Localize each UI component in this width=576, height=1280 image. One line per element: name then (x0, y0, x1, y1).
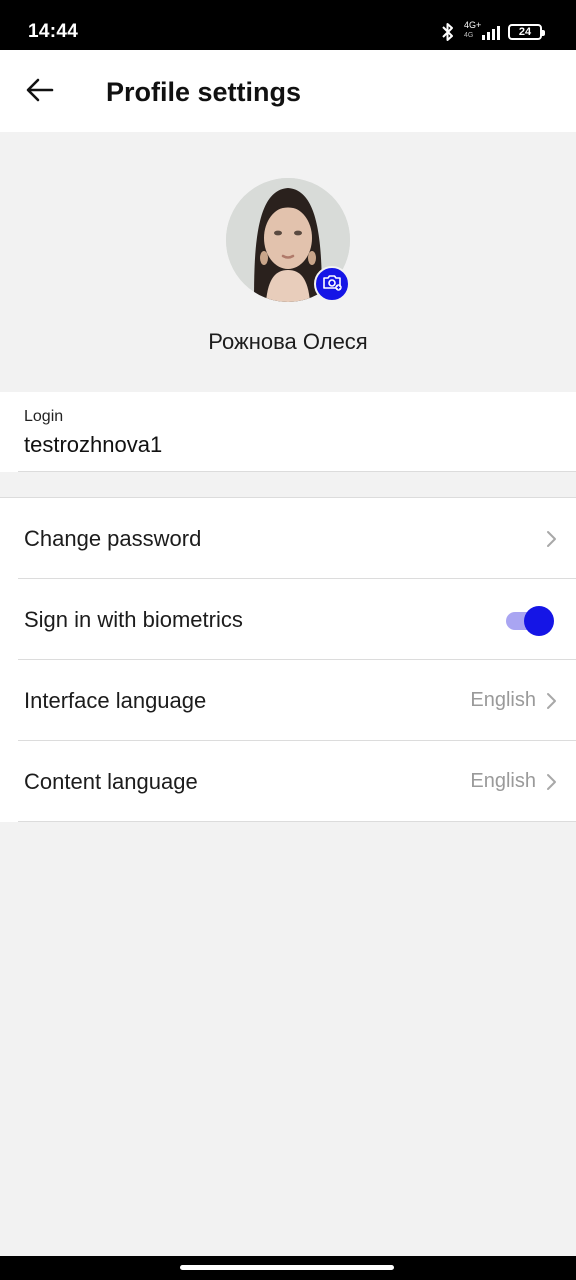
back-button[interactable] (20, 72, 60, 112)
login-field: Login testrozhnova1 (0, 392, 576, 472)
profile-header: Рожнова Олеся (0, 132, 576, 392)
user-name: Рожнова Олеся (208, 329, 368, 354)
camera-add-icon (322, 273, 342, 296)
content-language-value: English (470, 770, 536, 792)
content-language-row[interactable]: Content language English (0, 741, 576, 822)
change-photo-button[interactable] (314, 266, 350, 302)
content-language-label: Content language (24, 768, 198, 794)
interface-language-row[interactable]: Interface language English (0, 660, 576, 741)
chevron-right-icon (544, 772, 558, 792)
battery-icon: 24 (508, 24, 545, 40)
page-title: Profile settings (106, 77, 302, 107)
settings-list: Change password Sign in with biometrics … (0, 497, 576, 822)
network-type-secondary: 4G (464, 32, 474, 39)
chevron-right-icon (544, 691, 558, 711)
network-type: 4G+ (464, 20, 482, 30)
interface-language-value: English (470, 689, 536, 711)
change-password-label: Change password (24, 525, 202, 551)
arrow-left-icon (26, 78, 54, 107)
bluetooth-icon (440, 22, 456, 42)
toggle-thumb (524, 605, 554, 636)
cellular-signal-icon: 4G+ 4G (464, 20, 500, 43)
chevron-right-icon (544, 529, 558, 549)
system-nav-bar (0, 1256, 576, 1280)
biometrics-label: Sign in with biometrics (24, 606, 243, 632)
biometrics-row: Sign in with biometrics (0, 579, 576, 660)
interface-language-label: Interface language (24, 687, 207, 713)
login-label: Login (24, 408, 64, 425)
divider (18, 471, 576, 472)
app-bar: Profile settings (0, 50, 576, 132)
home-indicator[interactable] (180, 1265, 394, 1270)
status-bar: 14:44 4G+ 4G 24 (0, 0, 576, 50)
battery-level: 24 (518, 26, 532, 38)
login-value: testrozhnova1 (24, 432, 163, 457)
status-time: 14:44 (28, 21, 79, 42)
change-password-row[interactable]: Change password (0, 498, 576, 579)
biometrics-toggle[interactable] (506, 605, 554, 636)
status-icons: 4G+ 4G 24 (440, 20, 545, 44)
